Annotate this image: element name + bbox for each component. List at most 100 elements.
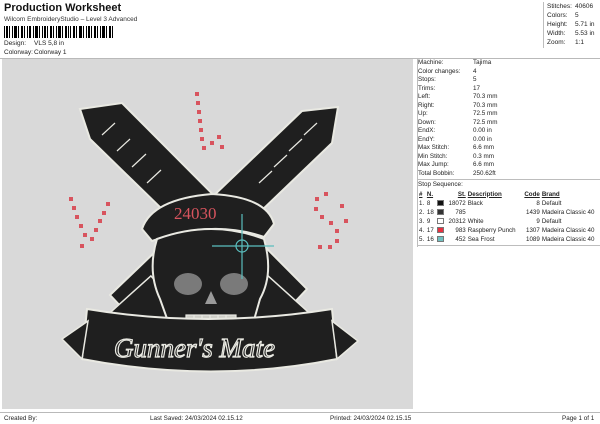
- info-row: Machine: Tajima: [418, 59, 600, 68]
- info-label: Min Stitch:: [418, 152, 448, 160]
- info-value: 72.5 mm: [473, 118, 498, 126]
- color-swatch: [436, 217, 444, 224]
- table-row: 4. 17 983 Raspberry Punch 1307 Madeira C…: [418, 226, 600, 235]
- colorway-row: Colorway:Colorway 1: [4, 49, 67, 56]
- needle-number: 16: [426, 235, 434, 243]
- stat-row: Stitches: 40606: [547, 2, 600, 11]
- info-row: Stops: 5: [418, 76, 600, 85]
- column-header-swatch: [436, 190, 446, 199]
- stat-label: Colors:: [547, 12, 568, 19]
- stitch-count: 20312: [448, 217, 466, 225]
- info-row: Up: 72.5 mm: [418, 110, 600, 119]
- colorway-label: Colorway:: [4, 49, 33, 56]
- info-row: EndY: 0.00 in: [418, 136, 600, 145]
- row-index: 2.: [419, 208, 425, 216]
- needle-number: 17: [426, 226, 434, 234]
- info-row: Total Bobbin: 250.62ft: [418, 170, 600, 179]
- color-swatch: [436, 226, 444, 233]
- info-value: 0.00 in: [473, 127, 492, 134]
- info-label: Max Jump:: [418, 161, 449, 168]
- machine-info-panel: Machine: Tajima Color changes: 4 Stops: 5 T…: [417, 59, 600, 247]
- info-row: Max Stitch: 6.6 mm: [418, 144, 600, 153]
- stitch-count: 452: [455, 235, 466, 243]
- needle-number: 8: [426, 199, 431, 207]
- stitch-count: 18072: [448, 199, 466, 207]
- page-number: Page 1 of 1: [562, 415, 595, 422]
- info-label: Max Stitch:: [418, 144, 450, 151]
- color-swatch: [436, 199, 444, 206]
- stat-value: 40606: [575, 3, 594, 10]
- needle-number: 18: [426, 208, 434, 216]
- thread-brand: Madeira Classic 40: [541, 235, 595, 243]
- info-label: Stops:: [418, 76, 436, 83]
- color-swatch: [436, 235, 444, 242]
- color-description: White: [467, 217, 484, 225]
- stop-sequence-table: # N. St. Description Code Brand 1. 8 180…: [418, 190, 600, 244]
- info-label: Color changes:: [418, 67, 461, 75]
- info-value: 70.3 mm: [473, 101, 498, 109]
- design-name-row: Design: VLS 5,8 in: [4, 40, 64, 47]
- color-description: Sea Frost: [467, 235, 495, 243]
- info-value: 70.3 mm: [473, 93, 498, 100]
- info-value: 4: [473, 67, 477, 75]
- barcode: [4, 26, 113, 38]
- stats-panel: Stitches: 40606 Colors: 5 Height: 5.71 in W…: [543, 2, 600, 48]
- stat-row: Zoom: 1:1: [547, 38, 600, 47]
- info-label: EndY:: [418, 135, 435, 143]
- color-code: 1089: [526, 235, 540, 243]
- thread-brand: Madeira Classic 40: [541, 208, 595, 216]
- stat-row: Height: 5.71 in: [547, 20, 600, 29]
- column-header: St.: [457, 190, 466, 198]
- info-label: Trims:: [418, 84, 436, 92]
- column-header: Brand: [541, 190, 560, 198]
- info-value: 5: [473, 76, 477, 83]
- color-description: Black: [467, 199, 483, 207]
- left-eye-socket: [174, 273, 202, 295]
- stop-sequence-title: Stop Sequence:: [418, 181, 463, 188]
- colorway-value: Colorway 1: [34, 49, 67, 56]
- software-subtitle: Wilcom EmbroideryStudio – Level 3 Advanc…: [4, 16, 138, 23]
- color-swatch: [436, 208, 444, 215]
- info-label: Down:: [418, 118, 436, 126]
- thread-brand: Default: [541, 217, 562, 225]
- color-code: 9: [536, 217, 540, 225]
- info-row: Trims: 17: [418, 85, 600, 94]
- column-header: #: [419, 190, 423, 198]
- design-preview[interactable]: 24030 Gunner's Mate: [2, 59, 413, 409]
- table-row: 3. 9 20312 White 9 Default: [418, 217, 600, 226]
- table-header-row: # N. St. Description Code Brand: [418, 190, 600, 199]
- stat-value: 5: [575, 12, 579, 19]
- info-label: Right:: [418, 101, 435, 109]
- thread-brand: Madeira Classic 40: [541, 226, 595, 234]
- info-value: 6.6 mm: [473, 144, 494, 151]
- letter-v-dots: [69, 197, 110, 248]
- design-value: VLS 5,8 in: [34, 40, 64, 47]
- footer: Created By: Last Saved: 24/03/2024 02.15…: [0, 412, 600, 424]
- stat-label: Height:: [547, 21, 568, 28]
- stat-row: Colors: 5: [547, 11, 600, 20]
- banner-right-tail: [331, 319, 360, 361]
- last-saved: Last Saved: 24/03/2024 02.15.12: [150, 415, 243, 422]
- color-description: Raspberry Punch: [467, 226, 516, 234]
- color-code: 1439: [526, 208, 540, 216]
- worksheet-title: Production Worksheet: [4, 2, 122, 14]
- banner-text: Gunner's Mate: [114, 333, 275, 363]
- row-index: 4.: [419, 226, 425, 234]
- table-row: 5. 16 452 Sea Frost 1089 Madeira Classic…: [418, 235, 600, 244]
- printed-date: Printed: 24/03/2024 02.15.15: [330, 415, 412, 422]
- info-row: Min Stitch: 0.3 mm: [418, 153, 600, 162]
- needle-number: 9: [426, 217, 431, 225]
- info-row: Down: 72.5 mm: [418, 119, 600, 128]
- design-label: Design:: [4, 40, 27, 47]
- info-value: 0.00 in: [473, 135, 492, 143]
- stat-row: Width: 5.53 in: [547, 29, 600, 38]
- column-header: Code: [524, 190, 540, 198]
- info-value: 17: [473, 84, 481, 92]
- stat-label: Zoom:: [547, 39, 566, 46]
- info-row: Max Jump: 6.6 mm: [418, 161, 600, 170]
- right-eye-socket: [220, 273, 248, 295]
- stat-value: 1:1: [575, 39, 585, 46]
- info-row: Left: 70.3 mm: [418, 93, 600, 102]
- stat-label: Stitches:: [547, 3, 572, 10]
- color-code: 8: [536, 199, 540, 207]
